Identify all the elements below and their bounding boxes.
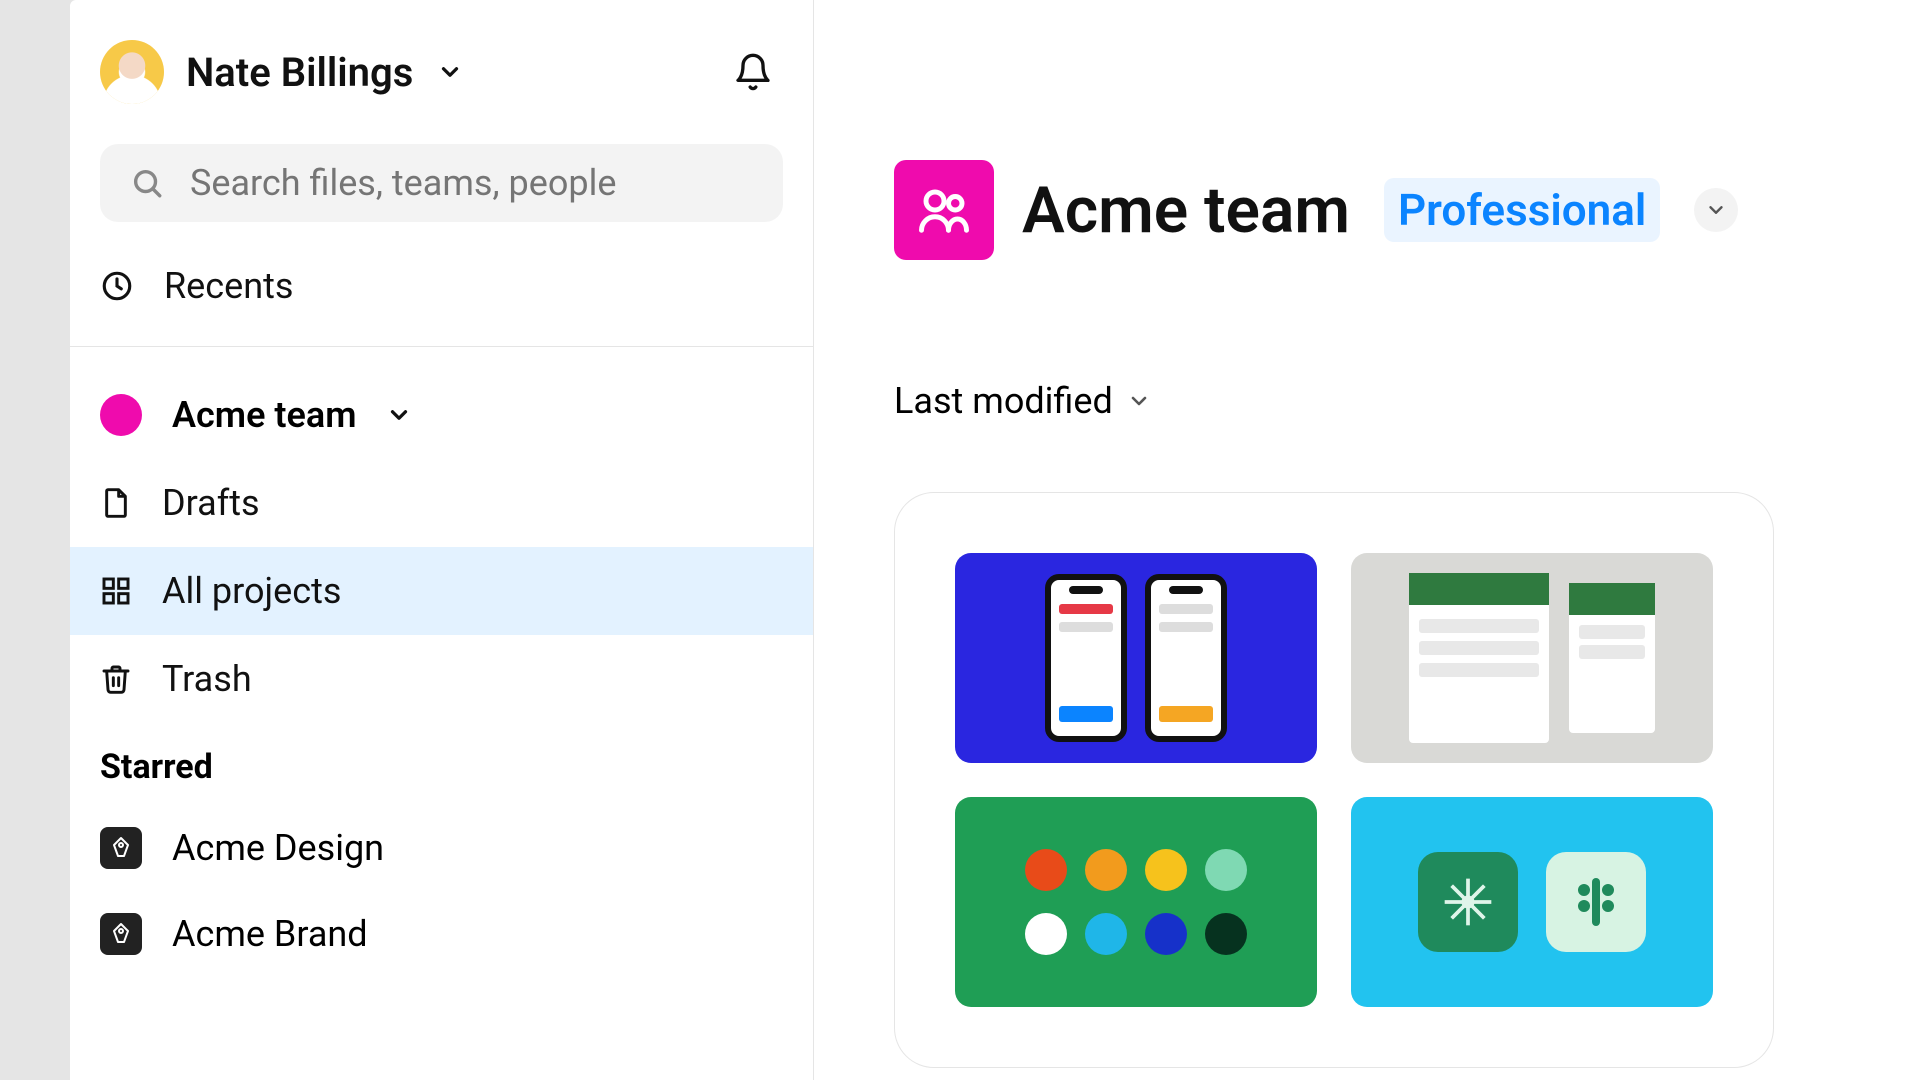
nav-trash[interactable]: Trash — [70, 635, 813, 723]
nav-drafts[interactable]: Drafts — [70, 459, 813, 547]
user-menu[interactable]: Nate Billings — [70, 0, 813, 130]
chevron-down-icon — [1127, 389, 1151, 413]
logo-mark-icon — [1546, 852, 1646, 952]
search-field[interactable] — [100, 144, 783, 222]
webpage-mock-icon — [1409, 573, 1549, 743]
nav-label: Trash — [162, 658, 252, 700]
thumbnail — [955, 553, 1317, 763]
team-menu-button[interactable] — [1694, 188, 1738, 232]
team-color-dot — [100, 394, 142, 436]
team-badge — [894, 160, 994, 260]
phone-mock-icon — [1045, 574, 1127, 742]
sort-label: Last modified — [894, 380, 1113, 422]
team-name: Acme team — [172, 394, 356, 436]
starred-item[interactable]: Acme Design — [70, 805, 813, 891]
starred-label: Acme Brand — [172, 913, 368, 955]
color-swatches-icon — [1025, 913, 1247, 955]
clock-icon — [100, 269, 134, 303]
nav-label: All projects — [162, 570, 341, 612]
starred-label: Acme Design — [172, 827, 384, 869]
starred-item[interactable]: Acme Brand — [70, 891, 813, 977]
thumbnail — [1351, 797, 1713, 1007]
trash-icon — [100, 663, 132, 695]
pen-icon — [100, 827, 142, 869]
chevron-down-icon — [386, 402, 412, 428]
app-frame: Nate Billings Recents A — [70, 0, 1920, 1080]
search-icon — [130, 166, 164, 200]
chevron-down-icon — [437, 59, 463, 85]
nav-label: Drafts — [162, 482, 260, 524]
main-content: Acme team Professional Last modified — [814, 0, 1920, 1080]
people-icon — [917, 183, 971, 237]
color-swatches-icon — [1025, 849, 1247, 891]
grid-icon — [100, 575, 132, 607]
user-name: Nate Billings — [186, 49, 413, 96]
avatar — [100, 40, 164, 104]
project-card[interactable] — [894, 492, 1774, 1068]
nav-recents[interactable]: Recents — [70, 242, 813, 330]
logo-mark-icon — [1418, 852, 1518, 952]
sidebar: Nate Billings Recents A — [70, 0, 814, 1080]
search-input[interactable] — [190, 162, 753, 204]
file-icon — [100, 487, 132, 519]
plan-badge[interactable]: Professional — [1384, 178, 1660, 242]
nav-all-projects[interactable]: All projects — [70, 547, 813, 635]
nav-label: Recents — [164, 265, 293, 307]
thumbnail — [955, 797, 1317, 1007]
webpage-mock-icon — [1569, 583, 1655, 733]
team-switcher[interactable]: Acme team — [70, 371, 813, 459]
sort-dropdown[interactable]: Last modified — [894, 380, 1900, 422]
page-title: Acme team — [1022, 173, 1350, 248]
pen-icon — [100, 913, 142, 955]
divider — [70, 346, 813, 347]
starred-heading: Starred — [70, 723, 813, 805]
thumbnail — [1351, 553, 1713, 763]
team-header: Acme team Professional — [894, 160, 1900, 260]
notifications-button[interactable] — [733, 52, 773, 92]
phone-mock-icon — [1145, 574, 1227, 742]
